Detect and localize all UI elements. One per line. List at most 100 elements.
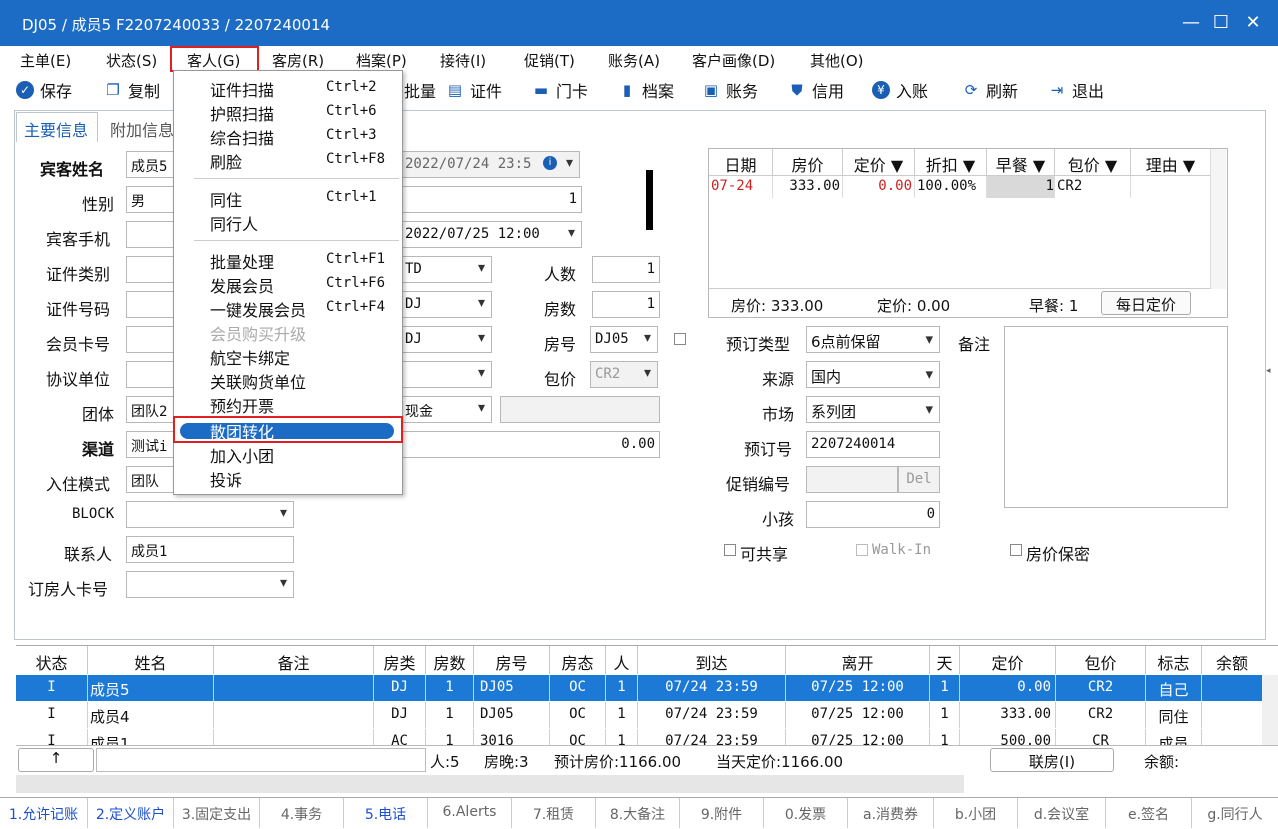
menu-other[interactable]: 其他(O) <box>810 50 864 71</box>
col-room-type[interactable]: 房类 <box>374 646 426 674</box>
member-card-input[interactable] <box>126 326 176 353</box>
agreement-input[interactable] <box>126 361 176 388</box>
menu-item-id-scan[interactable]: 证件扫描 <box>210 77 274 101</box>
batch-button[interactable]: 批量 <box>404 78 436 102</box>
scroll-top-button[interactable]: ↑ <box>18 748 94 772</box>
menu-item-join-subgroup[interactable]: 加入小团 <box>210 443 274 467</box>
tab-main-info[interactable]: 主要信息 <box>24 117 88 141</box>
col-remark[interactable]: 备注 <box>214 646 374 674</box>
payment-detail-input[interactable] <box>500 396 660 423</box>
credit-button[interactable]: ⛊ 信用 <box>788 78 844 102</box>
account-button[interactable]: ▣ 账务 <box>702 78 758 102</box>
footer-tab-alerts[interactable]: 6.Alerts <box>428 798 512 828</box>
col-package[interactable]: 包价 <box>1056 646 1146 674</box>
child-input[interactable]: 0 <box>806 501 940 528</box>
menu-item-passport-scan[interactable]: 护照扫描 <box>210 101 274 125</box>
id-button[interactable]: ▤ 证件 <box>446 78 502 102</box>
del-button[interactable]: Del <box>898 466 940 493</box>
menu-profile[interactable]: 档案(P) <box>356 50 407 71</box>
amount-input[interactable]: 0.00 <box>400 431 660 458</box>
footer-tab-meeting-room[interactable]: d.会议室 <box>1018 798 1106 828</box>
room-type2-select[interactable]: DJ <box>400 326 492 353</box>
payment-select[interactable]: 现金 <box>400 396 492 423</box>
footer-tab-define-account[interactable]: 2.定义账户 <box>88 798 174 828</box>
daily-rate-button[interactable]: 每日定价 <box>1101 291 1191 315</box>
menu-status[interactable]: 状态(S) <box>106 50 157 71</box>
rate-col-breakfast[interactable]: 早餐 ▼ <box>987 149 1055 175</box>
rate-cell-price[interactable]: 333.00 <box>773 176 843 198</box>
copy-button[interactable]: ❐ 复制 <box>104 78 160 102</box>
promo-input[interactable] <box>806 466 898 493</box>
menu-item-linked-purchaser[interactable]: 关联购货单位 <box>210 369 306 393</box>
col-rooms[interactable]: 房数 <box>426 646 474 674</box>
rate-col-reason[interactable]: 理由 ▼ <box>1131 149 1211 175</box>
menu-item-one-click-member[interactable]: 一键发展会员 <box>210 297 306 321</box>
package-select[interactable]: CR2 <box>590 361 658 388</box>
col-persons[interactable]: 人 <box>606 646 638 674</box>
col-departure[interactable]: 离开 <box>786 646 930 674</box>
door-card-button[interactable]: ▬ 门卡 <box>532 78 588 102</box>
col-balance[interactable]: 余额 <box>1202 646 1262 674</box>
rate-cell-date[interactable]: 07-24 <box>709 176 773 198</box>
group-input[interactable]: 团队2 <box>126 396 176 423</box>
persons-input[interactable]: 1 <box>592 256 660 283</box>
save-button[interactable]: ✓ 保存 <box>16 78 72 102</box>
nights-input[interactable]: 1 <box>400 186 582 213</box>
rate-col-fixed[interactable]: 定价 ▼ <box>843 149 915 175</box>
departure-date-input[interactable]: 2022/07/25 12:00 <box>400 221 582 248</box>
booking-no-input[interactable]: 2207240014 <box>806 431 940 458</box>
col-room-status[interactable]: 房态 <box>550 646 606 674</box>
footer-tab-invoice[interactable]: 0.发票 <box>764 798 848 828</box>
table-row[interactable]: I 成员4 DJ 1 DJ05 OC 1 07/24 23:59 07/25 1… <box>16 702 1262 728</box>
col-days[interactable]: 天 <box>930 646 960 674</box>
footer-tab-tasks[interactable]: 4.事务 <box>260 798 344 828</box>
id-no-input[interactable] <box>126 291 176 318</box>
col-room-no[interactable]: 房号 <box>474 646 550 674</box>
footer-tab-rental[interactable]: 7.租赁 <box>512 798 596 828</box>
maximize-button[interactable]: ☐ <box>1206 10 1236 36</box>
menu-customer-portrait[interactable]: 客户画像(D) <box>692 50 775 71</box>
menu-item-develop-member[interactable]: 发展会员 <box>210 273 274 297</box>
minimize-button[interactable]: — <box>1176 10 1206 36</box>
footer-tab-allow-credit[interactable]: 1.允许记账 <box>0 798 88 828</box>
horizontal-scrollbar[interactable] <box>16 775 964 793</box>
menu-item-combined-scan[interactable]: 综合扫描 <box>210 125 274 149</box>
menu-item-share-room[interactable]: 同住 <box>210 187 242 211</box>
remark-textarea[interactable] <box>1004 326 1228 508</box>
grid-scrollbar[interactable] <box>1262 675 1278 747</box>
table-row[interactable]: I 成员1 AC 1 3016 OC 1 07/24 23:59 07/25 1… <box>16 729 1262 745</box>
rate-grid-scrollbar[interactable] <box>1210 149 1226 289</box>
menu-main[interactable]: 主单(E) <box>20 50 71 71</box>
checkin-mode-input[interactable]: 团队 <box>126 466 176 493</box>
refresh-button[interactable]: ⟳ 刷新 <box>962 78 1018 102</box>
shareable-checkbox[interactable] <box>724 544 736 556</box>
rooms-input[interactable]: 1 <box>592 291 660 318</box>
source-select[interactable]: 国内 <box>806 361 940 388</box>
rate-code-select[interactable]: TD <box>400 256 492 283</box>
link-room-button[interactable]: 联房(I) <box>990 748 1114 772</box>
gender-input[interactable]: 男 <box>126 186 176 213</box>
rate-cell-reason[interactable] <box>1131 176 1211 198</box>
contact-input[interactable]: 成员1 <box>126 536 294 563</box>
col-arrival[interactable]: 到达 <box>638 646 786 674</box>
col-flag[interactable]: 标志 <box>1146 646 1202 674</box>
rate-col-package[interactable]: 包价 ▼ <box>1055 149 1131 175</box>
booker-card-select[interactable] <box>126 571 294 598</box>
rate-cell-breakfast[interactable]: 1 <box>987 176 1055 198</box>
rate-cell-package[interactable]: CR2 <box>1055 176 1131 198</box>
menu-item-batch-process[interactable]: 批量处理 <box>210 249 274 273</box>
booking-type-select[interactable]: 6点前保留 <box>806 326 940 353</box>
room-no-checkbox[interactable] <box>674 333 686 345</box>
grid-filter-input[interactable] <box>96 748 426 772</box>
channel-input[interactable]: 测试i <box>126 431 176 458</box>
rate-cell-fixed[interactable]: 0.00 <box>843 176 915 198</box>
footer-tab-attachments[interactable]: 9.附件 <box>680 798 764 828</box>
close-button[interactable]: ✕ <box>1238 10 1268 36</box>
block-select[interactable] <box>126 501 294 528</box>
room-no-select[interactable]: DJ05 <box>590 326 658 353</box>
col-fixed-rate[interactable]: 定价 <box>960 646 1056 674</box>
guest-name-input[interactable]: 成员5 <box>126 151 176 178</box>
col-name[interactable]: 姓名 <box>88 646 214 674</box>
footer-tab-companions[interactable]: g.同行人 <box>1192 798 1278 828</box>
footer-tab-subgroup[interactable]: b.小团 <box>934 798 1018 828</box>
